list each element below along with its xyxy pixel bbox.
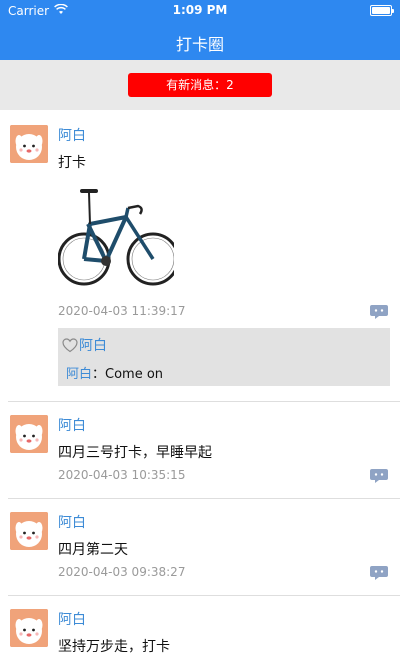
status-time: 1:09 PM bbox=[172, 3, 228, 17]
likes-row: 阿白 bbox=[62, 335, 107, 355]
post-author[interactable]: 阿白 bbox=[58, 609, 86, 629]
post-item: 阿白 打卡 2020-04-03 11:39:17 阿白 阿白：Come on bbox=[0, 110, 400, 402]
comment-text: Come on bbox=[105, 367, 164, 382]
post-time: 2020-04-03 09:38:27 bbox=[58, 565, 186, 579]
post-content: 打卡 bbox=[58, 155, 86, 171]
post-content: 坚持万步走，打卡 bbox=[58, 639, 170, 655]
status-bar: Carrier 1:09 PM bbox=[0, 0, 400, 22]
post-item: 阿白 四月第二天 2020-04-03 09:38:27 bbox=[0, 499, 400, 596]
comment-separator: ： bbox=[92, 367, 106, 382]
post-content: 四月第二天 bbox=[58, 542, 128, 558]
avatar[interactable] bbox=[10, 415, 48, 453]
post-author[interactable]: 阿白 bbox=[58, 512, 86, 532]
heart-icon[interactable] bbox=[62, 337, 78, 353]
post-author[interactable]: 阿白 bbox=[58, 415, 86, 435]
post-content: 四月三号打卡，早睡早起 bbox=[58, 445, 212, 461]
nav-bar: 打卡圈 bbox=[0, 22, 400, 60]
interaction-box: 阿白 阿白：Come on bbox=[58, 328, 390, 386]
notice-strip: 有新消息：2 bbox=[0, 60, 400, 110]
new-messages-button[interactable]: 有新消息：2 bbox=[128, 73, 272, 97]
battery-icon bbox=[370, 5, 394, 16]
comment-row: 阿白：Come on bbox=[66, 363, 163, 382]
page-title: 打卡圈 bbox=[175, 35, 224, 54]
post-time: 2020-04-03 10:35:15 bbox=[58, 468, 186, 482]
post-photo[interactable] bbox=[58, 184, 174, 300]
post-item: 阿白 四月三号打卡，早睡早起 2020-04-03 10:35:15 bbox=[0, 402, 400, 499]
avatar[interactable] bbox=[10, 609, 48, 647]
post-time: 2020-04-03 11:39:17 bbox=[58, 304, 186, 318]
comment-icon[interactable] bbox=[370, 566, 388, 580]
post-item: 阿白 坚持万步走，打卡 bbox=[0, 596, 400, 660]
comment-icon[interactable] bbox=[370, 469, 388, 483]
post-author[interactable]: 阿白 bbox=[58, 125, 86, 145]
comment-icon[interactable] bbox=[370, 305, 388, 319]
avatar[interactable] bbox=[10, 512, 48, 550]
comment-author[interactable]: 阿白 bbox=[66, 367, 92, 382]
avatar[interactable] bbox=[10, 125, 48, 163]
likes-user[interactable]: 阿白 bbox=[79, 335, 107, 355]
